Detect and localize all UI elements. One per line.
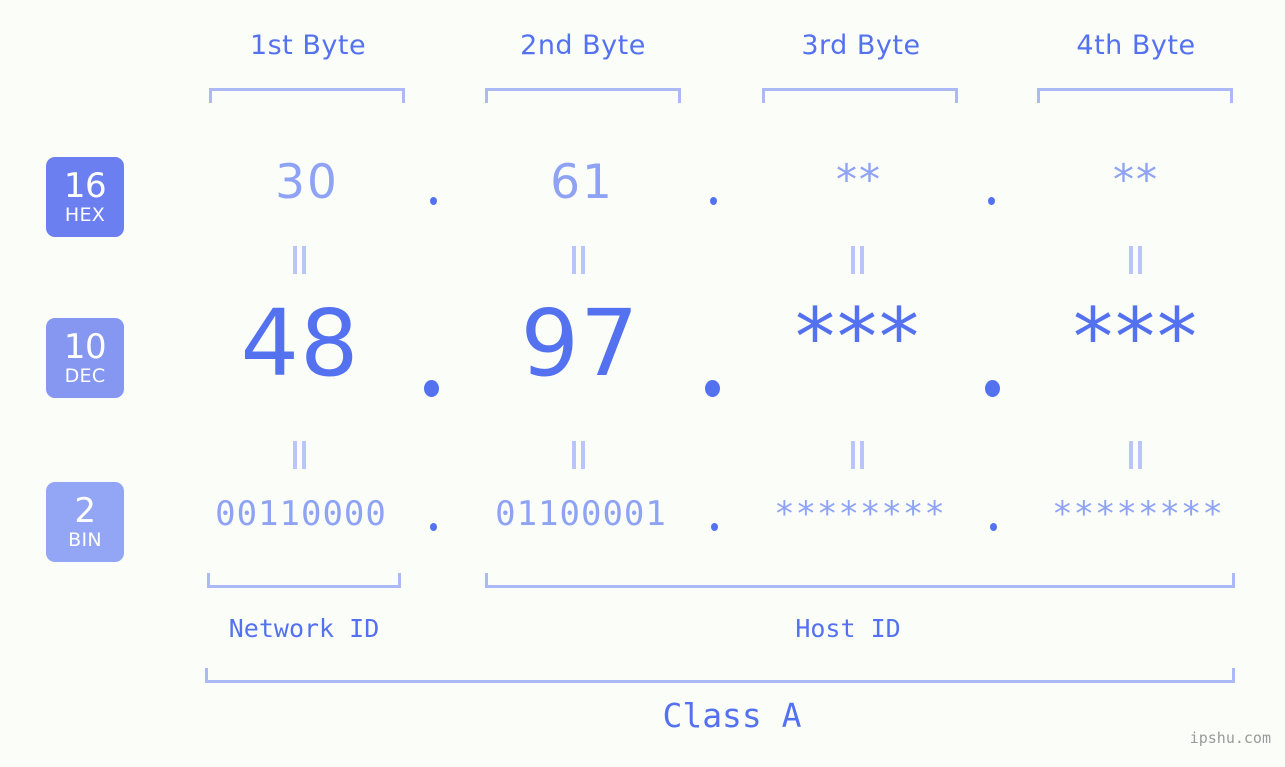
bin-octet-1: 00110000 [215, 494, 387, 534]
bin-dot-separator-2 [711, 523, 718, 531]
site-watermark: ipshu.com [1189, 729, 1271, 747]
hex-octet-1: 30 [275, 155, 339, 210]
dec-dot-separator-2 [705, 380, 720, 397]
dec-octet-1: 48 [240, 290, 360, 397]
base-badge-hex-name: HEX [64, 204, 106, 226]
byte-bracket-3 [762, 88, 958, 103]
dec-dot-separator-1 [424, 380, 439, 397]
hex-octet-3: ** [836, 155, 882, 204]
equivalence-marker-dec-bin-4 [1129, 441, 1143, 469]
base-badge-dec-name: DEC [64, 365, 106, 387]
dec-dot-separator-3 [985, 380, 1000, 397]
equivalence-marker-hex-dec-3 [851, 246, 865, 274]
byte-header-label-2: 2nd Byte [520, 30, 646, 61]
equivalence-marker-hex-dec-4 [1129, 246, 1143, 274]
bin-dot-separator-3 [990, 523, 997, 531]
bin-octet-3: ******** [774, 494, 946, 534]
dec-octet-2: 97 [520, 290, 640, 397]
base-badge-bin: 2 BIN [46, 482, 124, 562]
equivalence-marker-hex-dec-1 [293, 246, 307, 274]
hex-dot-separator-3 [988, 197, 995, 205]
byte-bracket-4 [1037, 88, 1233, 103]
bin-octet-2: 01100001 [495, 494, 667, 534]
byte-header-label-3: 3rd Byte [801, 30, 921, 61]
base-badge-bin-name: BIN [68, 529, 102, 551]
host-id-label: Host ID [795, 614, 901, 643]
host-id-bracket [485, 573, 1235, 588]
byte-header-label-1: 1st Byte [249, 30, 367, 61]
network-id-bracket [207, 573, 401, 588]
hex-octet-4: ** [1113, 155, 1159, 204]
base-badge-hex: 16 HEX [46, 157, 124, 237]
equivalence-marker-dec-bin-1 [293, 441, 307, 469]
byte-header-label-4: 4th Byte [1076, 30, 1196, 61]
byte-bracket-1 [209, 88, 405, 103]
hex-octet-2: 61 [550, 155, 614, 210]
equivalence-marker-dec-bin-2 [572, 441, 586, 469]
equivalence-marker-hex-dec-2 [572, 246, 586, 274]
base-badge-dec: 10 DEC [46, 318, 124, 398]
bin-dot-separator-1 [430, 523, 437, 531]
class-bracket [205, 668, 1235, 683]
base-badge-bin-number: 2 [74, 491, 96, 531]
dec-octet-4: *** [1073, 291, 1199, 384]
hex-dot-separator-2 [710, 197, 717, 205]
byte-bracket-2 [485, 88, 681, 103]
equivalence-marker-dec-bin-3 [851, 441, 865, 469]
ip-address-breakdown-diagram: 1st Byte 2nd Byte 3rd Byte 4th Byte 16 H… [0, 0, 1285, 767]
dec-octet-3: *** [795, 291, 921, 384]
base-badge-hex-number: 16 [63, 166, 107, 206]
network-id-label: Network ID [228, 614, 380, 643]
class-label: Class A [662, 696, 802, 735]
hex-dot-separator-1 [430, 197, 437, 205]
base-badge-dec-number: 10 [63, 327, 107, 367]
bin-octet-4: ******** [1052, 494, 1224, 534]
